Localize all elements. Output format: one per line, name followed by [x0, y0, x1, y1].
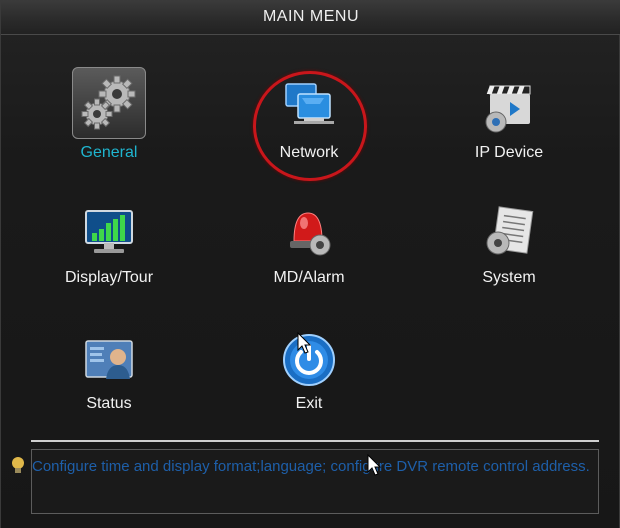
menu-item-label: General — [80, 144, 138, 161]
hint-text: Configure time and display format;langua… — [32, 458, 590, 475]
menu-item-label: Exit — [295, 395, 323, 412]
menu-item-system[interactable]: System — [424, 187, 594, 305]
siren-gear-icon — [274, 199, 344, 269]
menu-item-label: IP Device — [474, 144, 544, 161]
menu-item-ip-device[interactable]: IP Device — [424, 62, 594, 180]
menu-item-label: MD/Alarm — [273, 269, 345, 286]
mouse-cursor-icon — [367, 454, 381, 476]
highlight-ring — [253, 71, 367, 181]
user-status-icon — [74, 325, 144, 395]
gears-icon — [72, 67, 146, 139]
monitor-bars-icon — [74, 199, 144, 269]
lightbulb-icon — [12, 457, 24, 473]
menu-item-label: System — [482, 269, 536, 286]
mouse-cursor-icon — [297, 332, 311, 354]
title-bar: MAIN MENU — [1, 0, 620, 35]
hint-box: Configure time and display format;langua… — [31, 449, 599, 514]
menu-item-label: Status — [86, 395, 132, 412]
main-menu-window: MAIN MENU General Network IP Device Disp… — [0, 0, 620, 528]
menu-item-exit[interactable]: Exit — [224, 313, 394, 431]
divider — [31, 440, 599, 442]
menu-item-general[interactable]: General — [24, 62, 194, 180]
document-gear-icon — [474, 199, 544, 269]
menu-item-status[interactable]: Status — [24, 313, 194, 431]
menu-item-label: Display/Tour — [64, 269, 154, 286]
clapper-gear-icon — [474, 74, 544, 144]
menu-item-md-alarm[interactable]: MD/Alarm — [224, 187, 394, 305]
window-title: MAIN MENU — [262, 8, 360, 25]
menu-item-display-tour[interactable]: Display/Tour — [24, 187, 194, 305]
